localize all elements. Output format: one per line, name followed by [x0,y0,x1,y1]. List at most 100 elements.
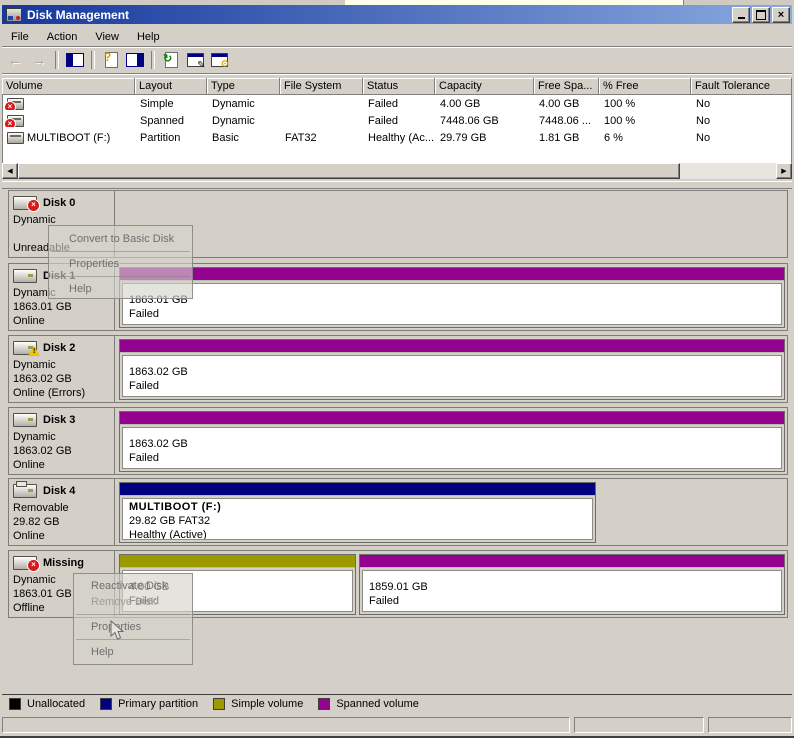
legend-spanned-volume: Spanned volume [318,698,419,710]
scroll-right-button[interactable]: ▶ [776,163,792,179]
toolbar: ← → ? ↻ ✎ ⚙ [4,48,230,72]
disk-icon [13,413,37,427]
status-panel [2,717,570,733]
col-layout[interactable]: Layout [135,78,207,95]
cell-free-space: 4.00 GB [539,97,580,110]
maximize-button[interactable] [752,6,770,23]
cell-type: Basic [212,131,239,144]
table-row[interactable]: MULTIBOOT (F:) Partition Basic FAT32 Hea… [3,129,791,146]
disk0-context-menu: Convert to Basic Disk Properties Help [48,225,193,299]
context-help-icon[interactable]: ? [100,50,122,70]
maximize-icon [756,9,766,20]
disk-name: Disk 4 [43,485,76,497]
menu-separator [51,251,190,252]
disk4-header[interactable]: Disk 4 Removable 29.82 GB Online [9,479,115,545]
show-console-tree-icon[interactable] [64,50,86,70]
menu-item-help[interactable]: Help [49,281,192,297]
table-row[interactable]: × Simple Dynamic Failed 4.00 GB 4.00 GB … [3,95,791,112]
cell-capacity: 29.79 GB [440,131,487,144]
menu-item-remove-disk[interactable]: Remove Disk [74,594,192,610]
properties-window-icon[interactable]: ✎ [184,50,206,71]
manage-window-icon[interactable]: ⚙ [208,50,230,70]
volume-disk2[interactable]: 1863.02 GB Failed [119,339,785,400]
menu-action[interactable]: Action [38,29,87,45]
volume-disk1[interactable]: 1863.01 GB Failed [119,267,785,328]
back-icon[interactable]: ← [4,50,26,70]
menu-file[interactable]: File [2,29,38,45]
col-free-space[interactable]: Free Spa... [534,78,599,95]
disk-capacity: 1863.02 GB [13,445,72,457]
cell-capacity: 7448.06 GB [440,114,499,127]
minimize-button[interactable] [732,6,750,23]
menu-bar: File Action View Help [2,27,792,46]
disk3-header[interactable]: Disk 3 Dynamic 1863.02 GB Online [9,408,115,474]
legend-label: Simple volume [231,698,304,710]
title-bar[interactable]: Disk Management × [2,5,792,24]
refresh-icon[interactable]: ↻ [160,50,182,70]
primary-partition-swatch [100,698,113,710]
cell-status: Healthy (Ac... [368,131,435,144]
close-icon: × [777,8,785,21]
forward-icon[interactable]: → [28,50,50,70]
legend-label: Spanned volume [336,698,419,710]
col-status[interactable]: Status [363,78,435,95]
disk-row-disk4[interactable]: Disk 4 Removable 29.82 GB Online MULTIBO… [8,478,788,546]
disk-status: Online (Errors) [13,387,86,399]
menu-help[interactable]: Help [128,29,169,45]
menu-separator [76,639,190,640]
menu-item-help[interactable]: Help [74,644,192,660]
failed-volume-icon: × [4,114,24,127]
volume-status: Failed [129,452,159,464]
status-panel [574,717,704,733]
legend-unallocated: Unallocated [9,698,85,710]
volume-disk3[interactable]: 1863.02 GB Failed [119,411,785,472]
cell-fault-tolerance: No [696,131,711,144]
pane-splitter[interactable] [2,181,792,189]
volume-status: Healthy (Active) [129,529,207,540]
close-button[interactable]: × [772,6,790,23]
disk-status: Online [13,315,45,327]
volume-multiboot[interactable]: MULTIBOOT (F:) 29.82 GB FAT32 Healthy (A… [119,482,596,543]
volume-missing-2[interactable]: 1859.01 GB Failed [359,554,785,615]
menu-item-properties[interactable]: Properties [49,256,192,272]
healthy-volume-icon [7,131,24,144]
disk2-header[interactable]: ! Disk 2 Dynamic 1863.02 GB Online (Erro… [9,336,115,402]
spanned-volume-band [360,555,784,568]
disk-name: Disk 0 [43,197,76,209]
disk-row-disk2[interactable]: ! Disk 2 Dynamic 1863.02 GB Online (Erro… [8,335,788,403]
missing-disk-context-menu: Reactivate Disk Remove Disk Properties H… [73,573,193,665]
cell-type: Dynamic [212,114,255,127]
toolbar-separator [91,51,95,69]
cell-layout: Spanned [140,114,185,127]
volume-status: Failed [129,380,159,392]
menu-item-reactivate-disk[interactable]: Reactivate Disk [74,578,192,594]
col-file-system[interactable]: File System [280,78,363,95]
status-bar [2,715,792,735]
scrollbar-thumb[interactable] [18,163,680,179]
spanned-volume-band [120,340,784,353]
cell-fault-tolerance: No [696,114,711,127]
scroll-left-button[interactable]: ◀ [2,163,18,179]
minimize-icon [737,17,745,19]
col-fault-tolerance[interactable]: Fault Tolerance [691,78,792,95]
volume-label: MULTIBOOT (F:) [129,501,222,513]
menu-item-convert-to-basic-disk[interactable]: Convert to Basic Disk [49,231,192,247]
table-row[interactable]: × Spanned Dynamic Failed 7448.06 GB 7448… [3,112,791,129]
show-detail-pane-icon[interactable] [124,50,146,70]
disk-management-window: Disk Management × File Action View Help … [0,0,794,742]
disk-capacity: 29.82 GB [13,516,60,528]
col-capacity[interactable]: Capacity [435,78,534,95]
menu-item-properties[interactable]: Properties [74,619,192,635]
col-pct-free[interactable]: % Free [599,78,691,95]
col-volume[interactable]: Volume [2,78,135,95]
horizontal-scrollbar[interactable]: ◀ ▶ [2,163,792,179]
col-type[interactable]: Type [207,78,280,95]
disk0-graph[interactable] [115,191,787,257]
menu-view[interactable]: View [86,29,128,45]
disk-name: Missing [43,557,84,569]
disk-management-icon [6,7,22,22]
volume-status: Failed [129,308,159,320]
desktop-sliver [0,738,794,742]
window-title: Disk Management [27,7,130,22]
disk-row-disk3[interactable]: Disk 3 Dynamic 1863.02 GB Online 1863.02… [8,407,788,475]
